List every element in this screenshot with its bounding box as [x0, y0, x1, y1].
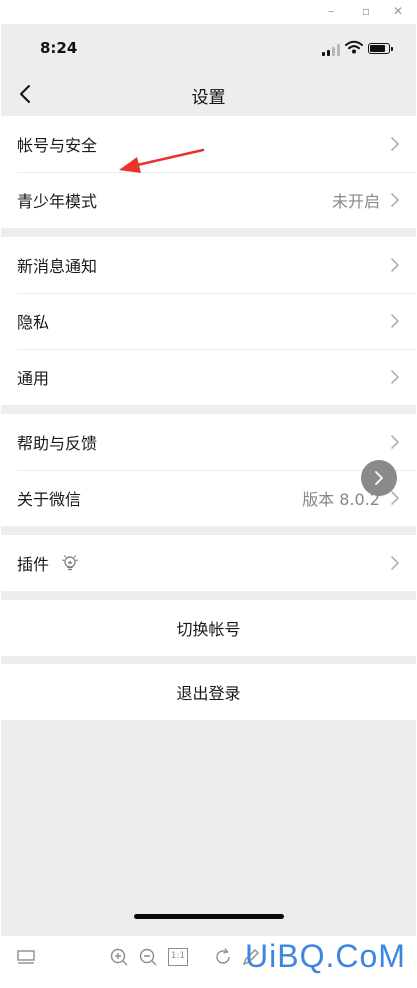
chevron-right-icon	[391, 491, 399, 505]
logout-button[interactable]: 退出登录	[1, 664, 416, 720]
chevron-right-icon	[391, 314, 399, 328]
settings-item-teen-mode[interactable]: 青少年模式 未开启	[1, 172, 416, 228]
settings-group-about: 帮助与反馈 关于微信 版本 8.0.2	[1, 414, 416, 526]
rotate-icon[interactable]	[212, 946, 234, 968]
zoom-out-icon[interactable]	[137, 946, 159, 968]
battery-icon	[368, 43, 393, 54]
switch-account-label: 切换帐号	[176, 620, 241, 639]
logout-label: 退出登录	[176, 684, 241, 703]
floating-assist-button[interactable]	[361, 460, 397, 496]
settings-group-general: 新消息通知 隐私 通用	[1, 237, 416, 405]
nav-bar: 设置	[1, 72, 416, 116]
maximize-icon[interactable]: ▫	[359, 4, 373, 18]
watermark-text: UiBQ.CoM	[245, 938, 406, 974]
actual-size-label: 1:1	[170, 951, 186, 961]
settings-group-account: 帐号与安全 青少年模式 未开启	[1, 116, 416, 228]
battery-level	[370, 45, 385, 52]
minimize-icon[interactable]: –	[324, 4, 338, 18]
chevron-right-icon	[391, 137, 399, 151]
settings-item-privacy[interactable]: 隐私	[1, 293, 416, 349]
settings-group-plugins: 插件	[1, 535, 416, 591]
settings-item-notifications[interactable]: 新消息通知	[1, 237, 416, 293]
settings-item-label: 通用	[17, 369, 50, 388]
zoom-in-icon[interactable]	[108, 946, 130, 968]
logout-group: 退出登录	[1, 664, 416, 720]
status-bar: 8:24	[1, 24, 416, 72]
switch-account-button[interactable]: 切换帐号	[1, 600, 416, 656]
close-icon[interactable]: ✕	[391, 4, 405, 18]
chevron-right-icon	[391, 258, 399, 272]
signal-icon	[322, 44, 340, 56]
settings-item-label: 帮助与反馈	[17, 434, 98, 453]
switch-account-group: 切换帐号	[1, 600, 416, 656]
home-indicator	[134, 914, 284, 919]
settings-item-help-feedback[interactable]: 帮助与反馈	[1, 414, 416, 470]
annotation-arrow-icon	[119, 148, 205, 173]
settings-item-plugins[interactable]: 插件	[1, 535, 416, 591]
phone-screen: 8:24 设置 帐号与安全 青少年模式 未开启 新消息通知 隐私 通用 帮助与反…	[1, 24, 416, 936]
chevron-right-icon	[391, 435, 399, 449]
actual-size-icon[interactable]: 1:1	[168, 948, 188, 966]
settings-item-label: 帐号与安全	[17, 136, 98, 155]
settings-item-label: 关于微信	[17, 490, 82, 509]
chevron-right-icon	[391, 370, 399, 384]
lightbulb-icon	[62, 555, 78, 571]
window-titlebar: – ▫ ✕	[0, 0, 417, 24]
wifi-icon	[345, 40, 363, 54]
chevron-right-icon	[391, 193, 399, 207]
chevron-right-icon	[375, 471, 383, 485]
settings-item-label: 新消息通知	[17, 257, 98, 276]
chevron-right-icon	[391, 556, 399, 570]
settings-item-label: 插件	[17, 555, 50, 574]
status-time: 8:24	[40, 39, 78, 57]
settings-item-account-security[interactable]: 帐号与安全	[1, 116, 416, 172]
settings-item-label: 青少年模式	[17, 192, 98, 211]
layout-icon[interactable]	[15, 946, 37, 968]
page-title: 设置	[191, 88, 226, 108]
settings-item-label: 隐私	[17, 313, 50, 332]
settings-item-about-wechat[interactable]: 关于微信 版本 8.0.2	[1, 470, 416, 526]
settings-item-general[interactable]: 通用	[1, 349, 416, 405]
settings-item-value: 未开启	[331, 192, 380, 211]
